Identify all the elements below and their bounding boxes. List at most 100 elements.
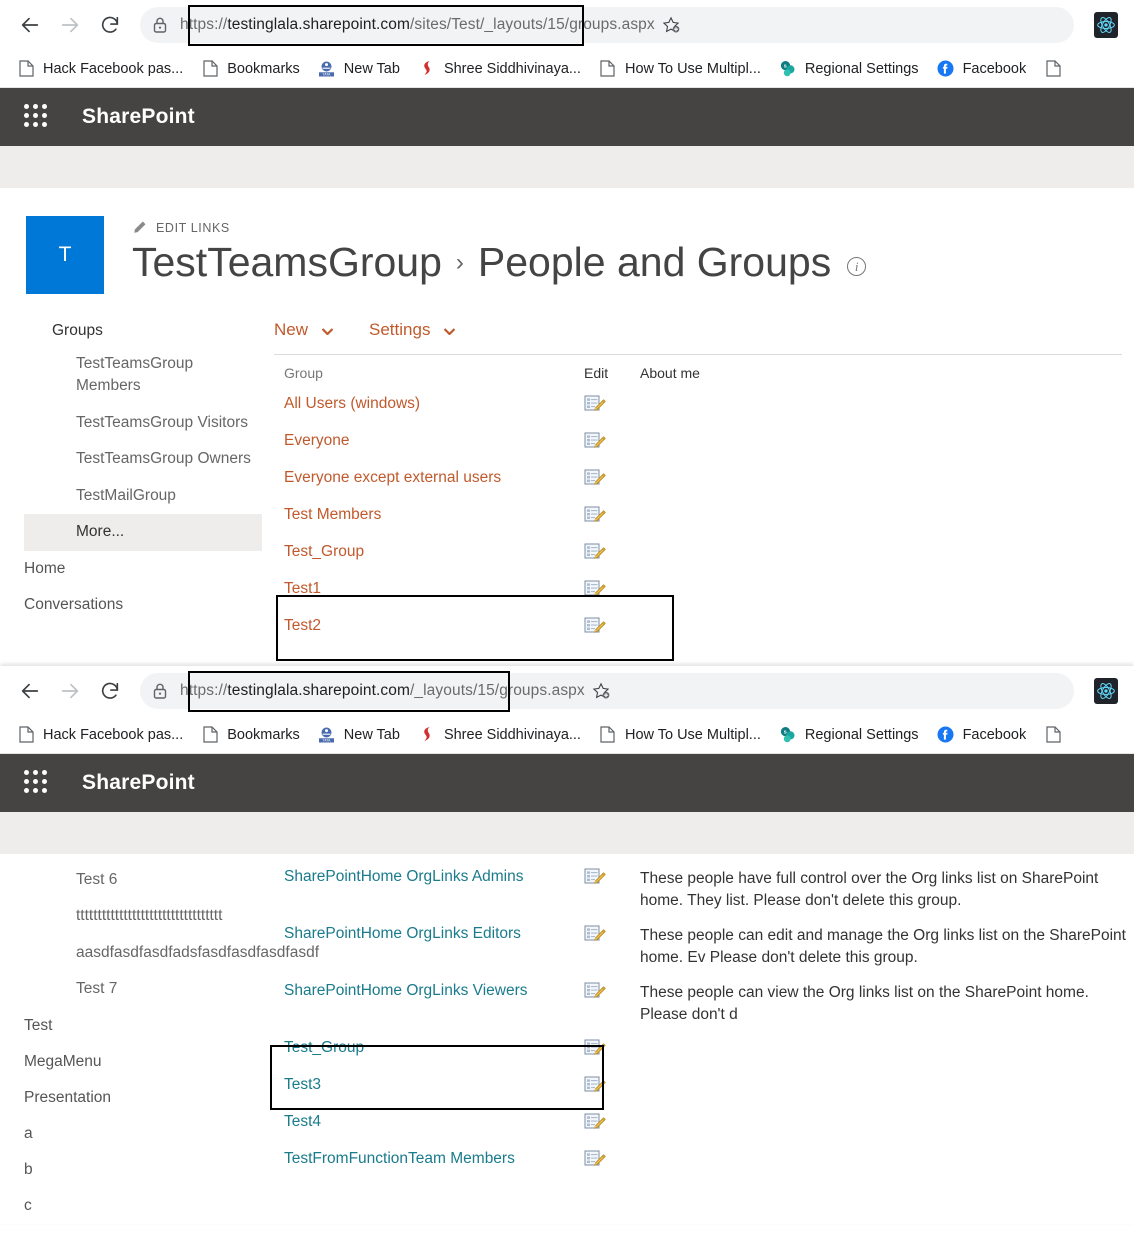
reload-button[interactable]	[90, 5, 130, 45]
address-bar[interactable]: https://testinglala.sharepoint.com/sites…	[140, 7, 1074, 43]
group-link[interactable]: Test4	[284, 1113, 321, 1130]
cell-edit	[574, 1107, 630, 1144]
edit-icon[interactable]	[584, 1076, 606, 1096]
groups-content-bottom: SharePointHome OrgLinks Admins These peop…	[262, 862, 1134, 1224]
quick-launch-item-more[interactable]: More...	[24, 514, 262, 551]
edit-icon[interactable]	[584, 1150, 606, 1170]
edit-icon[interactable]	[584, 580, 606, 600]
forward-button[interactable]	[50, 5, 90, 45]
edit-icon[interactable]	[584, 543, 606, 563]
group-link[interactable]: Test3	[284, 1076, 321, 1093]
bookmark-item[interactable]: TATA New Tab	[309, 54, 409, 84]
quick-launch-subitem[interactable]: TestTeamsGroup Visitors	[24, 405, 262, 441]
quick-launch-item[interactable]: a	[24, 1116, 262, 1152]
shree-icon	[418, 726, 436, 744]
sharepoint-brand-link[interactable]: SharePoint	[82, 105, 195, 129]
quick-launch-nav-bottom: Test 6 tttttttttttttttttttttttttttttttttt…	[0, 862, 319, 1224]
bookmark-star-button[interactable]	[585, 675, 617, 707]
bookmark-item[interactable]: Facebook	[928, 720, 1036, 750]
quick-launch-subitem[interactable]: aasdfasdfasdfadsfasdfasdfasdfasdf	[24, 935, 319, 971]
edit-icon[interactable]	[584, 395, 606, 415]
quick-launch-item[interactable]: Test	[24, 1008, 262, 1044]
react-devtools-icon	[1094, 678, 1118, 704]
group-link[interactable]: SharePointHome OrgLinks Admins	[284, 868, 524, 885]
page-gray-band-top	[0, 146, 1134, 188]
edit-icon[interactable]	[584, 432, 606, 452]
reload-icon	[101, 682, 119, 699]
group-link[interactable]: SharePointHome OrgLinks Editors	[284, 925, 521, 942]
bookmark-item[interactable]: s Regional Settings	[770, 720, 928, 750]
group-link[interactable]: TestFromFunctionTeam Members	[284, 1150, 515, 1167]
info-icon[interactable]: i	[847, 257, 867, 277]
group-link[interactable]: Everyone	[284, 432, 349, 449]
bookmark-item[interactable]: How To Use Multipl...	[590, 54, 770, 84]
edit-icon[interactable]	[584, 617, 606, 637]
bookmark-item[interactable]: Facebook	[928, 54, 1036, 84]
edit-icon[interactable]	[584, 1113, 606, 1133]
bookmark-item[interactable]: Bookmarks	[192, 54, 309, 84]
forward-button[interactable]	[50, 671, 90, 711]
bookmark-item[interactable]: Hack Facebook pas...	[8, 720, 192, 750]
group-link[interactable]: SharePointHome OrgLinks Viewers	[284, 982, 528, 999]
column-header-edit[interactable]: Edit	[574, 355, 630, 389]
quick-launch-item[interactable]: Presentation	[24, 1080, 262, 1116]
back-button[interactable]	[10, 5, 50, 45]
edit-icon[interactable]	[584, 1039, 606, 1059]
bookmark-label: Regional Settings	[804, 726, 919, 743]
edit-icon[interactable]	[584, 868, 606, 888]
group-link[interactable]: Test_Group	[284, 543, 364, 560]
shree-icon	[418, 60, 436, 78]
quick-launch-subitem[interactable]: TestTeamsGroup Members	[24, 346, 262, 405]
quick-launch-item[interactable]: b	[24, 1152, 262, 1188]
group-link[interactable]: Test1	[284, 580, 321, 597]
settings-menu-button[interactable]: Settings	[369, 320, 456, 340]
bookmark-item[interactable]: Bookmarks	[192, 720, 309, 750]
bookmark-item[interactable]: Hack Facebook pas...	[8, 54, 192, 84]
tata-icon: TATA	[318, 726, 336, 744]
extension-button-react-devtools[interactable]	[1088, 673, 1124, 709]
quick-launch-item[interactable]: Home	[24, 551, 262, 587]
bookmark-item[interactable]: How To Use Multipl...	[590, 720, 770, 750]
table-row: Test2	[274, 611, 1134, 648]
cell-edit	[574, 426, 630, 463]
cell-about-me	[630, 1070, 1134, 1107]
sharepoint-brand-link[interactable]: SharePoint	[82, 771, 195, 795]
edit-links-button[interactable]: EDIT LINKS	[132, 220, 866, 235]
bookmark-item[interactable]	[1035, 720, 1071, 750]
edit-icon[interactable]	[584, 982, 606, 1002]
quick-launch-item[interactable]: c	[24, 1188, 262, 1224]
column-header-group[interactable]: Group	[274, 355, 574, 389]
quick-launch-subitem[interactable]: Test 7	[24, 971, 262, 1007]
back-button[interactable]	[10, 671, 50, 711]
cell-edit	[574, 919, 630, 976]
quick-launch-item[interactable]: Conversations	[24, 587, 262, 623]
breadcrumb-site-name[interactable]: TestTeamsGroup	[132, 240, 442, 284]
group-link[interactable]: Test Members	[284, 506, 381, 523]
bookmark-star-button[interactable]	[655, 9, 687, 41]
group-link[interactable]: Everyone except external users	[284, 469, 501, 486]
edit-icon[interactable]	[584, 925, 606, 945]
quick-launch-subitem[interactable]: TestMailGroup	[24, 478, 262, 514]
reload-button[interactable]	[90, 671, 130, 711]
edit-icon[interactable]	[584, 506, 606, 526]
quick-launch-subitem[interactable]: Test 6	[24, 862, 262, 898]
app-launcher-icon[interactable]	[24, 104, 50, 130]
bookmark-item[interactable]: Shree Siddhivinaya...	[409, 54, 590, 84]
new-menu-button[interactable]: New	[274, 320, 334, 340]
bookmark-item[interactable]: Shree Siddhivinaya...	[409, 720, 590, 750]
bookmark-item[interactable]: s Regional Settings	[770, 54, 928, 84]
quick-launch-subitem[interactable]: tttttttttttttttttttttttttttttttttt	[24, 898, 262, 934]
edit-icon[interactable]	[584, 469, 606, 489]
bookmark-item[interactable]	[1035, 54, 1071, 84]
column-header-about-me[interactable]: About me	[630, 355, 1134, 389]
extension-button-react-devtools[interactable]	[1088, 7, 1124, 43]
address-bar[interactable]: https://testinglala.sharepoint.com/_layo…	[140, 673, 1074, 709]
group-link[interactable]: All Users (windows)	[284, 395, 420, 412]
app-launcher-icon[interactable]	[24, 770, 50, 796]
bookmark-item[interactable]: TATA New Tab	[309, 720, 409, 750]
quick-launch-item[interactable]: MegaMenu	[24, 1044, 262, 1080]
group-link[interactable]: Test2	[284, 617, 321, 634]
group-link[interactable]: Test_Group	[284, 1039, 364, 1056]
quick-launch-header-groups[interactable]: Groups	[24, 316, 262, 346]
quick-launch-subitem[interactable]: TestTeamsGroup Owners	[24, 441, 262, 477]
